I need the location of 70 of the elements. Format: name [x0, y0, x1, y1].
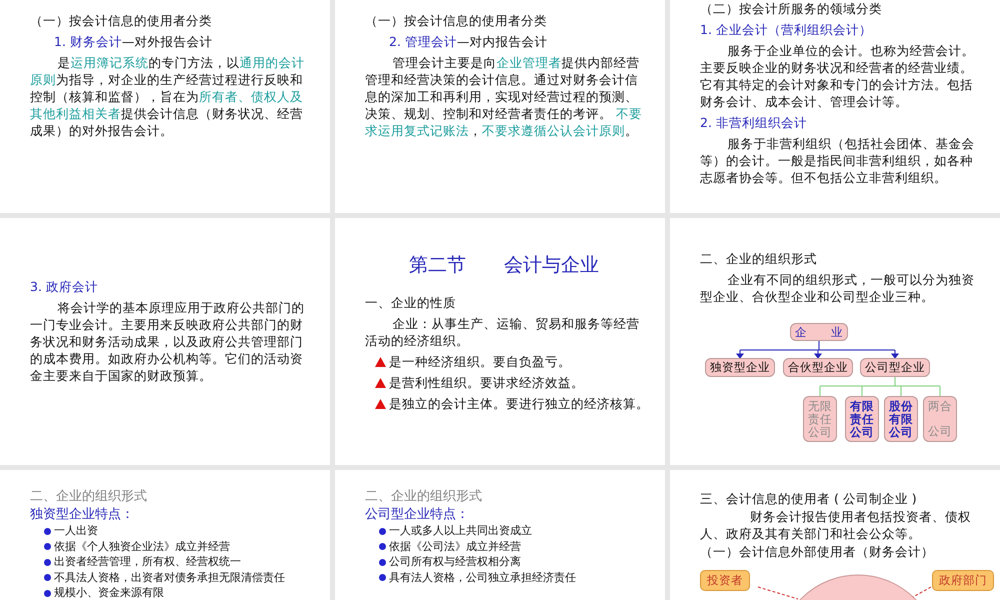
org-node: 两合 公司	[923, 396, 957, 442]
slide-heading: （二）按会计所服务的领域分类	[700, 0, 883, 17]
slide-paragraph: 将会计学的基本原理应用于政府公共部门的一门专业会计。主要用来反映政府公共部门的财务状况和财务活动成果，以及政府公共管理部门的成本费用。如政府办公机构等。它们的活动资金主要来自于国家的财政预算。	[30, 299, 306, 384]
slide-paragraph: 是运用簿记系统的专门方法，以通用的会计原则为指导，对企业的生产经营过程进行反映和控制（核算和监督），旨在为所有者、债权人及其他利益相关者提供会计信息（财务状况、经营成果）的对外报告会计。	[30, 54, 306, 139]
bullet-text: 依据《个人独资企业法》成立并经营	[54, 540, 230, 554]
slide-title: 第二节 会计与企业	[408, 253, 600, 278]
slide-heading: 公司型企业特点：	[365, 506, 470, 523]
org-node: 股份 有限 公司	[884, 396, 918, 442]
slide-thumbnail[interactable]: 二、企业的组织形式 企业有不同的组织形式，一般可以分为独资型企业、合伙型企业和公司型企业三种。 企 业 独资型企业 合伙型企业 公司型企业 无限 责任 公司 有限 责任 公司 股份 有限 公司 两合 公司	[670, 218, 1000, 465]
slide-heading: 独资型企业特点：	[30, 506, 135, 523]
dot-icon	[44, 558, 51, 566]
org-node: 公司型企业	[860, 358, 930, 377]
bullet-text: 一人或多人以上共同出资成立	[389, 524, 532, 538]
user-label: 政府部门	[932, 570, 994, 591]
org-node: 无限 责任 公司	[803, 396, 837, 442]
slide-heading: （一）按会计信息的使用者分类	[365, 12, 548, 29]
triangle-icon	[375, 378, 386, 388]
slide-paragraph: 服务于企业单位的会计。也称为经营会计。主要反映企业的财务状况和经营者的经营业绩。它有其特定的会计对象和专门的会计方法。包括财务会计、成本会计、管理会计等。	[700, 42, 976, 110]
slide-heading: （一）会计信息外部使用者（财务会计）	[700, 543, 935, 560]
slide-paragraph: 企业：从事生产、运输、贸易和服务等经营活动的经济组织。	[365, 315, 640, 349]
slide-thumbnail[interactable]: （一）按会计信息的使用者分类 2. 管理会计—对内报告会计 管理会计主要是向企业管理者提供内部经营管理和经营决策的会计信息。通过对财务会计信息的深加工和再利用，实现对经营过程的预测、决策、规划、控制和对经营者责任的考评。 不要求运用复式记账法，不要求遵循公认会计原则。	[335, 0, 665, 213]
triangle-icon	[375, 398, 386, 408]
slide-heading: （一）按会计信息的使用者分类	[30, 12, 213, 29]
dot-icon	[44, 574, 51, 582]
slide-paragraph: 财务会计报告使用者包括投资者、债权人、政府及其有关部门和社会公众等。	[700, 508, 972, 542]
bullet-text: 公司所有权与经营权相分离	[389, 555, 521, 570]
user-label: 投资者	[700, 570, 750, 591]
slide-subheading: 1. 财务会计—对外报告会计	[53, 33, 214, 50]
dot-icon	[379, 543, 386, 550]
bullet-text: 具有法人资格，公司独立承担经济责任	[389, 570, 576, 585]
bullet-text: 不具法人资格，出资者对债务承担无限清偿责任	[54, 570, 285, 585]
bullet-text: 是一种经济组织。要自负盈亏。	[389, 353, 571, 370]
bullet-text: 是独立的会计主体。要进行独立的经济核算。	[389, 395, 649, 412]
slide-heading: 2. 非营利组织会计	[700, 114, 808, 131]
leader-line	[758, 586, 798, 600]
slide-paragraph: 管理会计主要是向企业管理者提供内部经营管理和经营决策的会计信息。通过对财务会计信息的深加工和再利用，实现对经营过程的预测、决策、规划、控制和对经营者责任的考评。 不要求运用复式记账法，不要求遵循公认会计原则。	[365, 54, 643, 139]
slide-thumbnail[interactable]: 二、企业的组织形式 公司型企业特点： 一人或多人以上共同出资成立 依据《公司法》成立并经营 公司所有权与经营权相分离 具有法人资格，公司独立承担经济责任	[335, 470, 665, 600]
dot-icon	[379, 574, 386, 582]
slide-thumbnail[interactable]: 3. 政府会计 将会计学的基本原理应用于政府公共部门的一门专业会计。主要用来反映政府公共部门的财务状况和财务活动成果，以及政府公共管理部门的成本费用。如政府办公机构等。它们的活动资金主要来自于国家的财政预算。	[0, 218, 330, 465]
slide-heading: 二、企业的组织形式	[30, 488, 148, 505]
slide-heading: 二、企业的组织形式	[365, 488, 483, 505]
bullet-text: 一人出资	[54, 524, 98, 538]
slide-thumbnail[interactable]: 三、会计信息的使用者 ( 公司制企业 ) 财务会计报告使用者包括投资者、债权人、政府及其有关部门和社会公众等。 （一）会计信息外部使用者（财务会计） 投资者 政府部门	[670, 470, 1000, 600]
slide-thumbnail[interactable]: （一）按会计信息的使用者分类 1. 财务会计—对外报告会计 是运用簿记系统的专门方法，以通用的会计原则为指导，对企业的生产经营过程进行反映和控制（核算和监督），旨在为所有者、债权人及其他利益相关者提供会计信息（财务状况、经营成果）的对外报告会计。	[0, 0, 330, 213]
dot-icon	[379, 528, 386, 535]
slide-heading: 1. 企业会计（营利组织会计）	[700, 21, 873, 38]
bullet-text: 出资者经营管理，所有权、经营权统一	[54, 555, 241, 570]
slide-heading: 一、企业的性质	[365, 294, 457, 311]
slide-heading: 二、企业的组织形式	[700, 250, 818, 267]
slide-thumbnail[interactable]: （二）按会计所服务的领域分类 1. 企业会计（营利组织会计） 服务于企业单位的会计。也称为经营会计。主要反映企业的财务状况和经营者的经营业绩。它有其特定的会计对象和专门的会计方法。包括财务会计、成本会计、管理会计等。 2. 非营利组织会计 服务于非营利组织（包括社会团体、基金会等）的会计。一般是指民间非营利组织，如各种志愿者协会等。但不包括公立非营利组织。	[670, 0, 1000, 213]
bullet-text: 是营利性组织。要讲求经济效益。	[389, 374, 584, 391]
dot-icon	[44, 590, 51, 597]
slide-paragraph: 企业有不同的组织形式，一般可以分为独资型企业、合伙型企业和公司型企业三种。	[700, 271, 976, 305]
dot-icon	[379, 558, 386, 566]
slide-thumbnail[interactable]: 二、企业的组织形式 独资型企业特点： 一人出资 依据《个人独资企业法》成立并经营 出资者经营管理，所有权、经营权统一 不具法人资格，出资者对债务承担无限清偿责任 规模小、资金来源有限	[0, 470, 330, 600]
bullet-text: 依据《公司法》成立并经营	[389, 540, 521, 554]
slide-heading: 三、会计信息的使用者 ( 公司制企业 )	[700, 490, 918, 507]
slide-paragraph: 服务于非营利组织（包括社会团体、基金会等）的会计。一般是指民间非营利组织，如各种志愿者协会等。但不包括公立非营利组织。	[700, 135, 976, 186]
triangle-icon	[375, 356, 386, 366]
bullet-text: 规模小、资金来源有限	[54, 586, 164, 600]
slide-subheading: 2. 管理会计—对内报告会计	[388, 33, 548, 50]
org-node: 企 业	[790, 323, 848, 341]
slide-thumbnail[interactable]: 第二节 会计与企业 一、企业的性质 企业：从事生产、运输、贸易和服务等经营活动的经济组织。 是一种经济组织。要自负盈亏。 是营利性组织。要讲求经济效益。 是独立的会计主体。要进行独立的经济核算。	[335, 218, 665, 465]
dot-icon	[44, 528, 51, 535]
org-node: 有限 责任 公司	[845, 396, 879, 442]
slide-heading: 3. 政府会计	[30, 278, 99, 295]
dot-icon	[44, 543, 51, 550]
leader-line	[912, 586, 932, 598]
org-node: 合伙型企业	[783, 358, 853, 377]
org-node: 独资型企业	[705, 358, 775, 377]
